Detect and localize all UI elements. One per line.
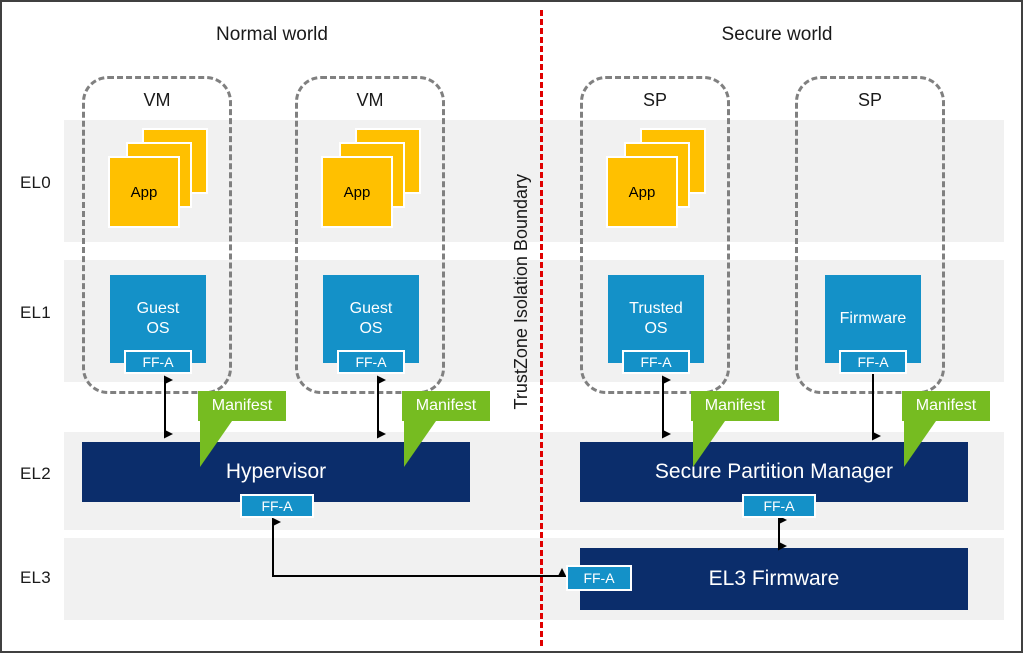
ffa-badge-el3-firmware: FF-A: [566, 565, 632, 591]
trustzone-boundary-line: [540, 10, 543, 646]
ffa-badge-vm2: FF-A: [337, 350, 405, 374]
manifest-tail-icon: [693, 421, 725, 467]
manifest-tail-icon: [904, 421, 936, 467]
diagram-canvas: EL0 EL1 EL2 EL3 Normal world Secure worl…: [0, 0, 1023, 653]
manifest-tail-icon: [404, 421, 436, 467]
ffa-badge-sp2: FF-A: [839, 350, 907, 374]
ffa-badge-sp1: FF-A: [622, 350, 690, 374]
ffa-badge-spm: FF-A: [742, 494, 816, 518]
manifest-label: Manifest: [198, 391, 286, 421]
manifest-tail-icon: [200, 421, 232, 467]
manifest-label: Manifest: [402, 391, 490, 421]
arrow-hypervisor-to-el3-firmware: [272, 517, 567, 577]
ffa-badge-hypervisor: FF-A: [240, 494, 314, 518]
ffa-badge-vm1: FF-A: [124, 350, 192, 374]
manifest-label: Manifest: [902, 391, 990, 421]
trustzone-boundary-label: TrustZone Isolation Boundary: [511, 174, 531, 410]
manifest-label: Manifest: [691, 391, 779, 421]
